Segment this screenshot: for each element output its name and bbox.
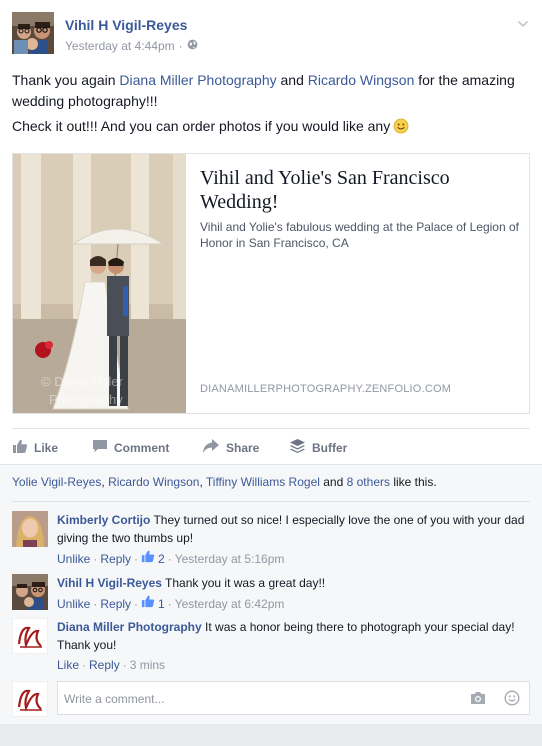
unlike-link[interactable]: Unlike xyxy=(57,595,90,613)
comment-label: Comment xyxy=(114,440,170,455)
comment-author[interactable]: Diana Miller Photography xyxy=(57,620,202,634)
buffer-stack-icon xyxy=(289,438,306,457)
comment-meta: Like · Reply · 3 mins xyxy=(57,656,527,674)
others-likes-link[interactable]: 8 others xyxy=(347,475,390,489)
text-segment: and xyxy=(319,475,347,489)
comment-input-placeholder: Write a comment... xyxy=(64,692,165,706)
reply-link[interactable]: Reply xyxy=(100,550,131,568)
post-author-name[interactable]: Vihil H Vigil-Reyes xyxy=(65,17,187,33)
shared-link-title[interactable]: Vihil and Yolie's San Francisco Wedding! xyxy=(200,166,520,214)
comment-input[interactable]: Write a comment... xyxy=(57,681,530,715)
comments-section: Yolie Vigil-Reyes, Ricardo Wingson, Tiff… xyxy=(0,464,542,724)
avatar[interactable] xyxy=(12,618,48,654)
comment-like-thumb-icon[interactable] xyxy=(141,594,155,613)
post-message: Thank you again Diana Miller Photography… xyxy=(12,70,528,141)
separator: · xyxy=(93,551,98,566)
current-user-avatar xyxy=(12,681,48,717)
separator: · xyxy=(122,658,127,672)
divider xyxy=(12,501,530,502)
shared-link-image[interactable]: © Diana Miller Photography xyxy=(13,154,186,413)
text-segment: Check it out!!! And you can order photos… xyxy=(12,118,391,134)
shared-link-domain: DIANAMILLERPHOTOGRAPHY.ZENFOLIO.COM xyxy=(200,383,452,395)
likes-summary: Yolie Vigil-Reyes, Ricardo Wingson, Tiff… xyxy=(12,475,532,489)
thumbs-up-icon xyxy=(12,438,28,457)
text-segment: and xyxy=(276,72,308,88)
text-segment: like this. xyxy=(389,475,437,489)
share-arrow-icon xyxy=(202,438,220,457)
separator: · xyxy=(167,551,172,566)
post-timestamp[interactable]: Yesterday at 4:44pm xyxy=(65,39,175,53)
separator: · xyxy=(93,596,98,611)
comment-author[interactable]: Kimberly Cortijo xyxy=(57,513,150,527)
unlike-link[interactable]: Unlike xyxy=(57,550,90,568)
text-segment: Thank you again xyxy=(12,72,120,88)
reply-link[interactable]: Reply xyxy=(100,595,131,613)
mention-diana-miller-photography[interactable]: Diana Miller Photography xyxy=(119,72,276,88)
separator: · xyxy=(134,551,139,566)
smiley-icon[interactable] xyxy=(504,690,520,706)
comment-like-count[interactable]: 2 xyxy=(158,550,165,568)
comment-meta: Unlike · Reply · 1 · Yesterday at 6:42pm xyxy=(57,594,527,613)
separator: · xyxy=(82,658,87,672)
post-message-line-2: Check it out!!! And you can order photos… xyxy=(12,116,528,137)
post-action-bar: Like Comment Share Buffer xyxy=(12,428,530,464)
share-label: Share xyxy=(226,440,260,455)
chevron-down-icon[interactable] xyxy=(517,17,529,29)
post-message-line-1: Thank you again Diana Miller Photography… xyxy=(12,70,528,112)
liker-name[interactable]: Ricardo Wingson xyxy=(108,475,199,489)
post-card: Vihil H Vigil-Reyes Yesterday at 4:44pm … xyxy=(0,0,542,724)
meta-separator: · xyxy=(178,39,183,53)
shared-link-preview[interactable]: © Diana Miller Photography Vihil and Yol… xyxy=(12,153,530,414)
buffer-button[interactable]: Buffer xyxy=(289,438,347,457)
like-label: Like xyxy=(34,440,59,455)
comment-bubble-icon xyxy=(92,438,108,457)
comment-meta: Unlike · Reply · 2 · Yesterday at 5:16pm xyxy=(57,549,527,568)
comment-like-thumb-icon[interactable] xyxy=(141,549,155,568)
comment-body: Vihil H Vigil-Reyes Thank you it was a g… xyxy=(57,574,527,613)
comment-time[interactable]: Yesterday at 6:42pm xyxy=(175,595,285,613)
avatar[interactable] xyxy=(12,511,48,547)
smiley-emoji-icon xyxy=(393,118,409,134)
like-button[interactable]: Like xyxy=(12,438,58,457)
shared-link-description: Vihil and Yolie's fabulous wedding at th… xyxy=(200,220,519,250)
comment-time[interactable]: Yesterday at 5:16pm xyxy=(175,550,285,568)
svg-text:Photography: Photography xyxy=(49,392,123,407)
globe-icon[interactable] xyxy=(187,39,198,53)
separator: · xyxy=(167,596,172,611)
separator: · xyxy=(134,596,139,611)
svg-text:© Diana Miller: © Diana Miller xyxy=(41,374,123,389)
reply-link[interactable]: Reply xyxy=(89,656,120,674)
write-comment-row: Write a comment... xyxy=(12,681,530,717)
comment-like-count[interactable]: 1 xyxy=(158,595,165,613)
buffer-label: Buffer xyxy=(312,440,348,455)
comment-time[interactable]: 3 mins xyxy=(130,656,165,674)
like-link[interactable]: Like xyxy=(57,656,79,674)
liker-name[interactable]: Yolie Vigil-Reyes xyxy=(12,475,101,489)
comment-body: Diana Miller Photography It was a honor … xyxy=(57,618,527,674)
camera-icon[interactable] xyxy=(470,691,486,705)
liker-name[interactable]: Tiffiny Williams Rogel xyxy=(206,475,320,489)
comment-author[interactable]: Vihil H Vigil-Reyes xyxy=(57,576,162,590)
comment-body: Kimberly Cortijo They turned out so nice… xyxy=(57,511,527,568)
post-meta: Yesterday at 4:44pm · xyxy=(65,39,198,53)
avatar[interactable] xyxy=(12,574,48,610)
mention-ricardo-wingson[interactable]: Ricardo Wingson xyxy=(308,72,415,88)
comment-text: Thank you it was a great day!! xyxy=(161,576,326,590)
author-avatar[interactable] xyxy=(12,12,54,54)
comment-button[interactable]: Comment xyxy=(92,438,169,457)
share-button[interactable]: Share xyxy=(202,438,259,457)
post-header: Vihil H Vigil-Reyes Yesterday at 4:44pm … xyxy=(12,12,532,60)
